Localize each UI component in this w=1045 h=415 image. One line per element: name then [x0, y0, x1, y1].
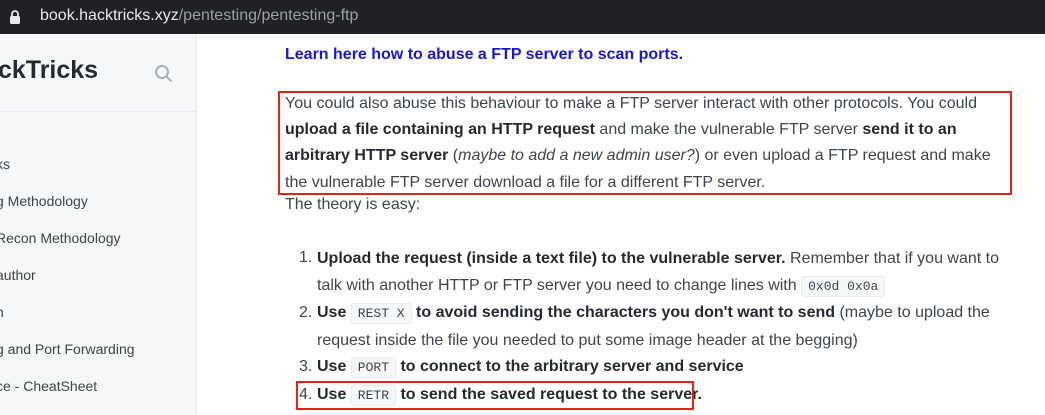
code-inline: 0x0d 0x0a — [801, 276, 886, 297]
highlight-box — [296, 381, 694, 410]
step-bold: Upload the request (inside a text file) … — [317, 250, 786, 267]
sidebar-item[interactable]: n — [0, 304, 4, 320]
code-inline: REST X — [350, 303, 412, 324]
sidebar-divider — [0, 111, 196, 112]
theory-text: The theory is easy: — [285, 196, 421, 213]
url-host: book.hacktricks.xyz — [40, 7, 179, 24]
highlight-box — [278, 91, 1012, 195]
site-logo-text[interactable]: ckTricks — [0, 56, 98, 85]
step-number: 2. — [299, 304, 313, 321]
list-item: Use REST X to avoid sending the characte… — [317, 299, 1017, 354]
step-number: 1. — [299, 249, 313, 266]
url-text[interactable]: book.hacktricks.xyz/pentesting/pentestin… — [40, 7, 358, 25]
sidebar-item[interactable]: g and Port Forwarding — [0, 341, 135, 357]
step-number: 3. — [299, 358, 313, 375]
url-path: /pentesting/pentesting-ftp — [178, 7, 359, 24]
sidebar-item[interactable]: author — [0, 267, 36, 283]
main-content: Learn here how to abuse a FTP server to … — [198, 34, 1045, 415]
list-item: Upload the request (inside a text file) … — [317, 245, 1017, 300]
browser-url-bar[interactable]: book.hacktricks.xyz/pentesting/pentestin… — [0, 0, 1045, 34]
search-icon[interactable] — [152, 62, 176, 86]
sidebar: ckTricks ks g Methodology Recon Methodol… — [0, 34, 197, 415]
step-bold: Use — [317, 358, 351, 375]
step-bold: Use — [317, 304, 351, 321]
sidebar-item[interactable]: g Methodology — [0, 193, 88, 209]
sidebar-item[interactable]: ks — [0, 156, 10, 172]
step-bold: to connect to the arbitrary server and s… — [396, 358, 744, 375]
sidebar-item[interactable]: Recon Methodology — [0, 230, 121, 246]
list-item: Use PORT to connect to the arbitrary ser… — [317, 353, 1017, 381]
step-bold: to avoid sending the characters you don'… — [411, 304, 836, 321]
code-inline: PORT — [350, 357, 397, 378]
scan-ports-link[interactable]: Learn here how to abuse a FTP server to … — [285, 46, 683, 64]
lock-icon — [10, 10, 20, 24]
sidebar-item[interactable]: ce - CheatSheet — [0, 378, 97, 394]
